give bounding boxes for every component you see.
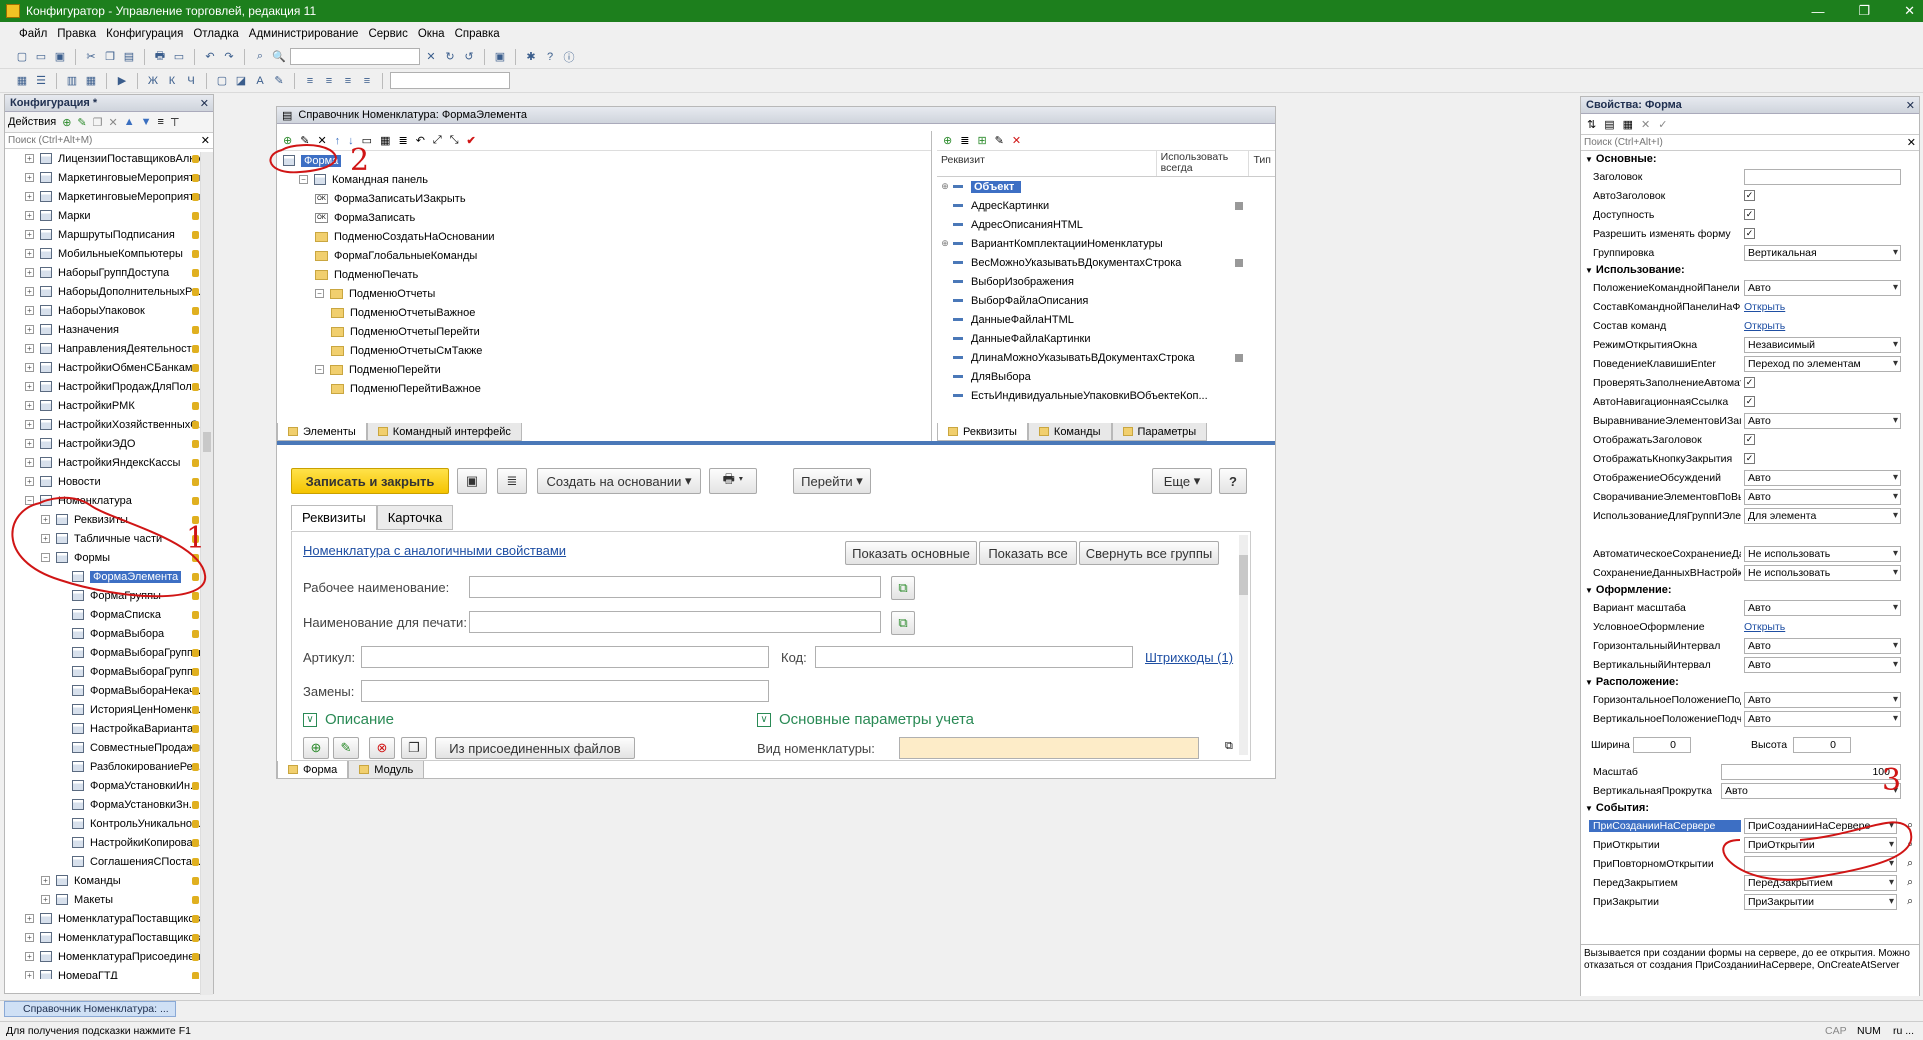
annotation-circle-3	[1722, 821, 1913, 881]
annotation-overlay: 1 2 3	[11, 143, 1913, 881]
annotation-circle-1	[11, 496, 207, 598]
annotation-number-3: 3	[1882, 763, 1901, 798]
annotation-number-2: 2	[350, 143, 369, 178]
annotation-circle-2	[269, 144, 337, 174]
annotation-number-1: 1	[186, 521, 205, 556]
